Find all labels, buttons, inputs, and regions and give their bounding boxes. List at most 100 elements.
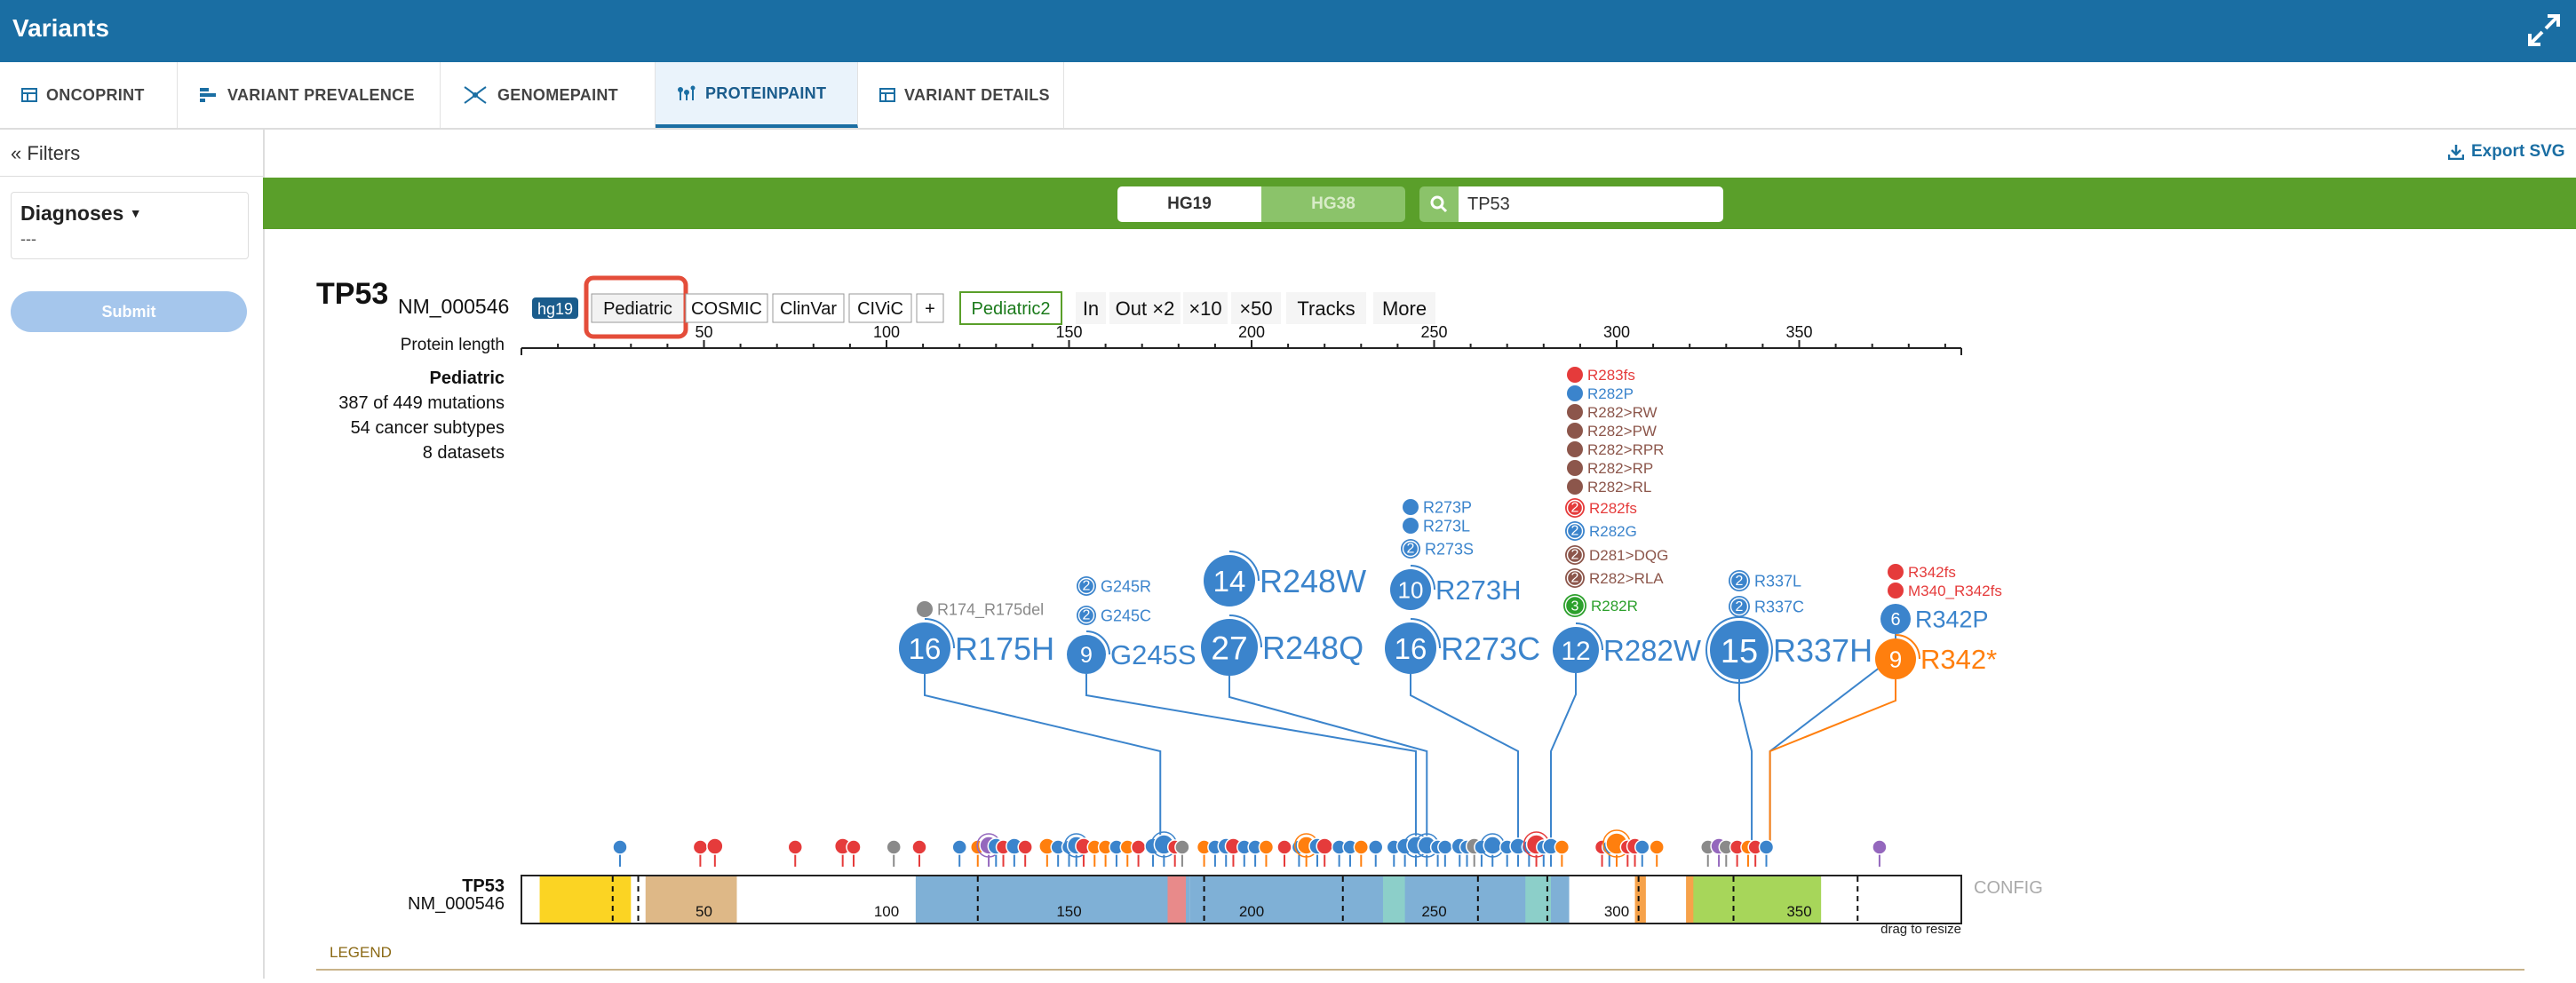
protein-domain[interactable] — [539, 876, 632, 923]
mutation-label[interactable]: R174_R175del — [937, 600, 1044, 619]
mutation-circle[interactable] — [1888, 583, 1904, 599]
mutation-circle[interactable] — [1403, 499, 1419, 515]
mutation-lollipop[interactable]: R282>RPR — [1567, 441, 1664, 458]
diagnoses-dropdown[interactable]: Diagnoses ▼ — [20, 202, 142, 226]
mutation-lollipop[interactable]: R283fs — [1567, 367, 1635, 384]
mutation-lollipop[interactable]: M340_R342fs — [1888, 583, 2002, 599]
mutation-label[interactable]: R282>RLA — [1589, 570, 1664, 587]
mutation-count[interactable]: 387 of 449 mutations — [338, 393, 505, 413]
mutation-lollipop[interactable]: 2 R337L — [1729, 570, 1801, 591]
tab-variant-prevalence[interactable]: VARIANT PREVALENCE — [178, 62, 441, 128]
mutation-lollipop[interactable]: R282>RP — [1567, 460, 1653, 477]
mutation-lollipop[interactable]: R282>RW — [1567, 404, 1658, 421]
mutation-circle[interactable] — [1567, 423, 1583, 439]
mutation-label[interactable]: R273L — [1423, 517, 1470, 535]
mutation-label[interactable]: R273S — [1425, 540, 1474, 558]
mutation-lollipop[interactable] — [1758, 839, 1775, 855]
mutation-lollipop[interactable] — [886, 839, 902, 855]
mutation-label[interactable]: R282>RP — [1587, 460, 1653, 477]
mutation-lollipop[interactable]: 10 R273H — [1390, 565, 1522, 610]
mutation-label[interactable]: M340_R342fs — [1908, 583, 2002, 599]
mutation-label[interactable]: R282R — [1591, 598, 1638, 614]
mutation-circle[interactable] — [1567, 404, 1583, 420]
mutation-label[interactable]: R248W — [1260, 563, 1366, 599]
mutation-label[interactable]: R283fs — [1587, 367, 1635, 384]
tab-variant-details[interactable]: VARIANT DETAILS — [858, 62, 1064, 128]
mutation-lollipop[interactable] — [1258, 839, 1275, 855]
protein-domain[interactable] — [915, 876, 1190, 923]
mutation-lollipop[interactable] — [1017, 839, 1033, 855]
mutation-label[interactable]: R337H — [1773, 632, 1872, 669]
mutation-lollipop[interactable]: R273P — [1403, 498, 1472, 516]
protein-domain[interactable] — [645, 876, 737, 923]
diagnoses-filter[interactable]: Diagnoses ▼ --- — [11, 192, 249, 259]
mutation-label[interactable]: R282>PW — [1587, 423, 1657, 440]
filters-toggle[interactable]: « Filters — [11, 142, 80, 165]
mutation-lollipop[interactable]: R174_R175del — [917, 600, 1044, 619]
mutation-lollipop[interactable]: 9 R342* — [1875, 634, 1997, 679]
mutation-lollipop[interactable] — [787, 839, 803, 855]
mutation-lollipop[interactable]: 16 R175H — [899, 618, 1054, 674]
mutation-lollipop[interactable]: 15 R337H — [1705, 616, 1872, 684]
mutation-label[interactable]: R273P — [1423, 498, 1472, 516]
mutation-lollipop[interactable]: R273L — [1403, 517, 1470, 535]
mutation-label[interactable]: R175H — [955, 630, 1054, 667]
mutation-lollipop[interactable]: 3 R282R — [1563, 594, 1638, 617]
mutation-label[interactable]: R337C — [1754, 598, 1804, 615]
mutation-label[interactable]: R273H — [1435, 575, 1522, 606]
mutation-lollipop[interactable] — [612, 839, 628, 855]
mutation-label[interactable]: R342* — [1920, 644, 1997, 675]
mutation-lollipop[interactable]: 2 G245C — [1077, 606, 1151, 625]
mutation-lollipop[interactable] — [1437, 839, 1453, 855]
mutation-lollipop[interactable]: 2 R282G — [1565, 521, 1637, 541]
mutation-label[interactable]: R282P — [1587, 385, 1634, 402]
mutation-circle[interactable] — [1567, 479, 1583, 495]
mutation-lollipop[interactable]: 2 D281>DQG — [1565, 545, 1668, 565]
dataset-count[interactable]: 8 datasets — [423, 443, 505, 463]
mutation-lollipop[interactable] — [951, 839, 967, 855]
mutation-label[interactable]: G245S — [1110, 639, 1197, 670]
mutation-label[interactable]: R342P — [1915, 606, 1989, 633]
mutation-lollipop[interactable] — [1634, 839, 1650, 855]
mutation-lollipop[interactable] — [1649, 839, 1665, 855]
mutation-label[interactable]: R282>RW — [1587, 404, 1658, 421]
mutation-label[interactable]: R282W — [1603, 634, 1702, 667]
export-svg-button[interactable]: Export SVG — [2448, 142, 2565, 162]
mutation-lollipop[interactable] — [1276, 839, 1292, 855]
submit-button[interactable]: Submit — [11, 291, 247, 332]
mutation-label[interactable]: R282>RPR — [1587, 441, 1664, 458]
mutation-lollipop[interactable] — [911, 839, 927, 855]
mutation-lollipop[interactable] — [706, 837, 724, 855]
mutation-lollipop[interactable]: 2 G245R — [1077, 576, 1151, 596]
mutation-label[interactable]: R282>RL — [1587, 479, 1651, 495]
mutation-lollipop[interactable] — [1367, 839, 1384, 855]
mutation-lollipop[interactable] — [692, 839, 709, 855]
mutation-label[interactable]: G245R — [1101, 577, 1151, 595]
mutation-lollipop[interactable]: R342fs — [1888, 564, 1956, 581]
mutation-circle[interactable] — [1567, 367, 1583, 383]
mutation-circle[interactable] — [1888, 564, 1904, 580]
mutation-circle[interactable] — [1567, 385, 1583, 401]
mutation-lollipop[interactable]: R282P — [1567, 385, 1634, 402]
tab-proteinpaint[interactable]: PROTEINPAINT — [656, 62, 858, 128]
mutation-lollipop[interactable] — [846, 839, 862, 855]
mutation-lollipop[interactable] — [1316, 837, 1333, 855]
mutation-label[interactable]: R282G — [1589, 523, 1637, 540]
mutation-label[interactable]: R282fs — [1589, 500, 1637, 517]
mutation-lollipop[interactable]: 2 R282>RLA — [1565, 568, 1664, 588]
mutation-lollipop[interactable]: R282>RL — [1567, 479, 1651, 495]
protein-domain[interactable] — [1382, 876, 1405, 923]
mutation-lollipop[interactable]: 16 R273C — [1385, 618, 1540, 674]
config-button[interactable]: CONFIG — [1974, 878, 2043, 898]
mutation-lollipop[interactable]: 14 R248W — [1204, 551, 1366, 606]
tab-genomepaint[interactable]: GENOMEPAINT — [441, 62, 656, 128]
mutation-circle[interactable] — [917, 601, 933, 617]
mutation-circle[interactable] — [1567, 460, 1583, 476]
mutation-lollipop[interactable] — [1872, 839, 1888, 855]
mutation-lollipop[interactable] — [1174, 839, 1190, 855]
mutation-lollipop[interactable] — [1130, 839, 1147, 855]
mutation-lollipop[interactable]: 2 R273S — [1401, 539, 1474, 559]
mutation-label[interactable]: R342fs — [1908, 564, 1956, 581]
protein-domain[interactable] — [1634, 876, 1646, 923]
protein-domain[interactable] — [1167, 876, 1187, 923]
